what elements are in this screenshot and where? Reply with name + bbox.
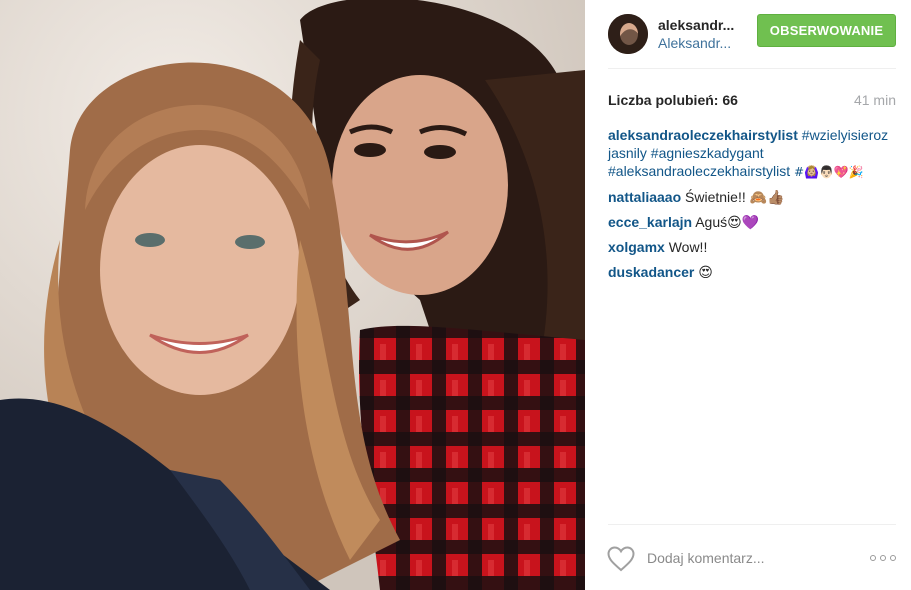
comment-item: duskadancer 😍	[608, 263, 898, 281]
more-options-icon[interactable]	[870, 553, 896, 563]
avatar-image	[608, 14, 648, 54]
caption-hashtag-2[interactable]: #agnieszkadygant	[651, 145, 764, 161]
likes-count[interactable]: Liczba polubień: 66	[608, 92, 738, 108]
comment-text: 😍	[698, 264, 713, 280]
location-link[interactable]: Aleksandr...	[658, 34, 744, 52]
selfie-illustration	[0, 0, 585, 590]
dot-icon	[880, 555, 886, 561]
post-header: aleksandr... Aleksandr... OBSERWOWANIE	[585, 0, 911, 68]
comment-username[interactable]: nattaliaaao	[608, 189, 681, 205]
instagram-post: aleksandr... Aleksandr... OBSERWOWANIE L…	[0, 0, 911, 590]
comment-username[interactable]: duskadancer	[608, 264, 694, 280]
dot-icon	[890, 555, 896, 561]
avatar[interactable]	[608, 14, 648, 54]
account-names: aleksandr... Aleksandr...	[658, 16, 744, 52]
comment-text: Aguś😍💜	[695, 214, 760, 230]
comment-text: Wow!!	[668, 239, 708, 255]
post-time[interactable]: 41 min	[854, 92, 896, 108]
comment-item: ecce_karlajn Aguś😍💜	[608, 213, 898, 231]
comment-text: Świetnie!! 🙈👍🏽	[685, 189, 785, 205]
caption: aleksandraoleczekhairstylist #wzielyisie…	[608, 126, 898, 181]
post-footer	[585, 525, 911, 590]
heart-outline-icon[interactable]	[607, 546, 635, 572]
post-stats: Liczba polubień: 66 41 min	[608, 90, 896, 110]
caption-username[interactable]: aleksandraoleczekhairstylist	[608, 127, 798, 143]
header-divider	[608, 68, 896, 69]
comments-list: aleksandraoleczekhairstylist #wzielyisie…	[608, 126, 898, 288]
post-photo[interactable]	[0, 0, 585, 590]
username-link[interactable]: aleksandr...	[658, 16, 744, 34]
comment-item: xolgamx Wow!!	[608, 238, 898, 256]
post-side-panel: aleksandr... Aleksandr... OBSERWOWANIE L…	[585, 0, 911, 590]
comment-username[interactable]: ecce_karlajn	[608, 214, 692, 230]
comment-username[interactable]: xolgamx	[608, 239, 665, 255]
dot-icon	[870, 555, 876, 561]
caption-hashtag-3[interactable]: #aleksandraoleczekhairstylist	[608, 163, 790, 179]
comment-input[interactable]	[647, 547, 847, 569]
follow-button[interactable]: OBSERWOWANIE	[757, 14, 896, 47]
caption-emoji: #🙆🏼‍♀️👨🏻💖🎉	[793, 165, 864, 179]
comment-item: nattaliaaao Świetnie!! 🙈👍🏽	[608, 188, 898, 206]
